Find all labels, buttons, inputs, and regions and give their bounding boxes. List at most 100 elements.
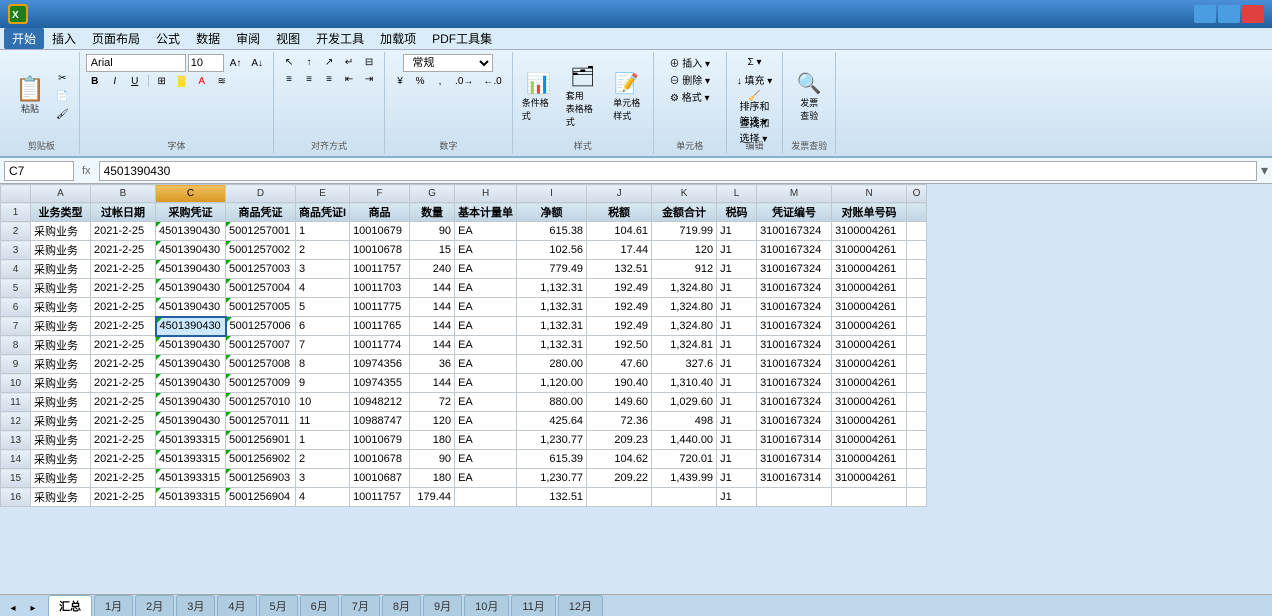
cell-r9-c9[interactable]: 280.00 <box>517 355 587 374</box>
cell-r7-c9[interactable]: 1,132.31 <box>517 317 587 336</box>
sheet-tab-5月[interactable]: 5月 <box>259 595 298 616</box>
cell-r10-c11[interactable]: 1,310.40 <box>652 374 717 393</box>
cell-r9-c7[interactable]: 36 <box>410 355 455 374</box>
cell-r12-c3[interactable]: 4501390430 <box>156 412 226 431</box>
cell-r8-c8[interactable]: EA <box>455 336 517 355</box>
cell-r10-c5[interactable]: 9 <box>296 374 350 393</box>
cell-r5-c1[interactable]: 采购业务 <box>31 279 91 298</box>
cell-r4-c4[interactable]: 5001257003 <box>226 260 296 279</box>
cell-r1-c11[interactable]: 金额合计 <box>652 203 717 222</box>
cell-r4-c13[interactable]: 3100167324 <box>757 260 832 279</box>
cell-r2-c1[interactable]: 采购业务 <box>31 222 91 241</box>
cell-r2-c12[interactable]: J1 <box>717 222 757 241</box>
cell-r5-c4[interactable]: 5001257004 <box>226 279 296 298</box>
close-button[interactable] <box>1242 5 1264 23</box>
cell-r5-c8[interactable]: EA <box>455 279 517 298</box>
increase-font-button[interactable]: A↑ <box>226 55 246 71</box>
cell-r13-c7[interactable]: 180 <box>410 431 455 450</box>
cell-r1-c7[interactable]: 数量 <box>410 203 455 222</box>
cell-r13-c15[interactable] <box>907 431 927 450</box>
formula-input[interactable] <box>99 161 1257 181</box>
cell-r4-c3[interactable]: 4501390430 <box>156 260 226 279</box>
cell-r5-c12[interactable]: J1 <box>717 279 757 298</box>
cell-r12-c12[interactable]: J1 <box>717 412 757 431</box>
cell-r15-c14[interactable]: 3100004261 <box>832 469 907 488</box>
cell-r7-c11[interactable]: 1,324.80 <box>652 317 717 336</box>
cell-r1-c10[interactable]: 税额 <box>587 203 652 222</box>
cell-r7-c1[interactable]: 采购业务 <box>31 317 91 336</box>
spreadsheet[interactable]: ABCDEFGHIJKLMNO 1业务类型过帐日期采购凭证商品凭证商品凭证I商品… <box>0 184 1272 594</box>
cell-r12-c10[interactable]: 72.36 <box>587 412 652 431</box>
align-top-left-button[interactable]: ↖ <box>280 54 298 70</box>
cell-r11-c14[interactable]: 3100004261 <box>832 393 907 412</box>
cell-r14-c5[interactable]: 2 <box>296 450 350 469</box>
cell-r7-c7[interactable]: 144 <box>410 317 455 336</box>
row-number-3[interactable]: 3 <box>1 241 31 260</box>
sheet-tab-3月[interactable]: 3月 <box>176 595 215 616</box>
cell-r12-c7[interactable]: 120 <box>410 412 455 431</box>
cell-r16-c13[interactable] <box>757 488 832 507</box>
align-center-button[interactable]: ≡ <box>300 71 318 87</box>
cell-r5-c14[interactable]: 3100004261 <box>832 279 907 298</box>
cell-r13-c2[interactable]: 2021-2-25 <box>91 431 156 450</box>
cell-r1-c9[interactable]: 净额 <box>517 203 587 222</box>
cell-r15-c12[interactable]: J1 <box>717 469 757 488</box>
cell-r5-c10[interactable]: 192.49 <box>587 279 652 298</box>
cell-r9-c11[interactable]: 327.6 <box>652 355 717 374</box>
cell-r14-c15[interactable] <box>907 450 927 469</box>
cell-r12-c11[interactable]: 498 <box>652 412 717 431</box>
cell-r1-c14[interactable]: 对账单号码 <box>832 203 907 222</box>
cell-r4-c11[interactable]: 912 <box>652 260 717 279</box>
cell-r7-c10[interactable]: 192.49 <box>587 317 652 336</box>
bold-button[interactable]: B <box>86 73 104 89</box>
format-painter-button[interactable]: 🖌 <box>52 106 73 122</box>
cell-r13-c1[interactable]: 采购业务 <box>31 431 91 450</box>
cell-r16-c7[interactable]: 179.44 <box>410 488 455 507</box>
cell-r6-c1[interactable]: 采购业务 <box>31 298 91 317</box>
col-header-M[interactable]: M <box>757 185 832 203</box>
cell-r15-c8[interactable]: EA <box>455 469 517 488</box>
cell-r8-c13[interactable]: 3100167324 <box>757 336 832 355</box>
cell-r11-c13[interactable]: 3100167324 <box>757 393 832 412</box>
cell-r15-c10[interactable]: 209.22 <box>587 469 652 488</box>
cell-r9-c3[interactable]: 4501390430 <box>156 355 226 374</box>
cell-r6-c2[interactable]: 2021-2-25 <box>91 298 156 317</box>
cell-r4-c5[interactable]: 3 <box>296 260 350 279</box>
cell-r12-c5[interactable]: 11 <box>296 412 350 431</box>
insert-cell-button[interactable]: ⊕ 插入 ▾ <box>660 54 720 70</box>
menu-item-页面布局[interactable]: 页面布局 <box>84 28 148 49</box>
cell-r6-c7[interactable]: 144 <box>410 298 455 317</box>
cell-r11-c9[interactable]: 880.00 <box>517 393 587 412</box>
cell-r3-c4[interactable]: 5001257002 <box>226 241 296 260</box>
cell-r15-c1[interactable]: 采购业务 <box>31 469 91 488</box>
row-number-4[interactable]: 4 <box>1 260 31 279</box>
cell-r14-c3[interactable]: 4501393315 <box>156 450 226 469</box>
merge-center-button[interactable]: ⊟ <box>360 54 378 70</box>
cell-r1-c5[interactable]: 商品凭证I <box>296 203 350 222</box>
cell-r12-c4[interactable]: 5001257011 <box>226 412 296 431</box>
cell-r10-c12[interactable]: J1 <box>717 374 757 393</box>
cell-r13-c14[interactable]: 3100004261 <box>832 431 907 450</box>
cell-r7-c5[interactable]: 6 <box>296 317 350 336</box>
cell-r12-c8[interactable]: EA <box>455 412 517 431</box>
cell-r2-c6[interactable]: 10010679 <box>350 222 410 241</box>
cell-r14-c7[interactable]: 90 <box>410 450 455 469</box>
align-top-right-button[interactable]: ↗ <box>320 54 338 70</box>
border-button[interactable]: ⊞ <box>153 73 171 89</box>
col-header-J[interactable]: J <box>587 185 652 203</box>
italic-button[interactable]: I <box>106 73 124 89</box>
cell-r12-c9[interactable]: 425.64 <box>517 412 587 431</box>
cell-r2-c9[interactable]: 615.38 <box>517 222 587 241</box>
minimize-button[interactable] <box>1194 5 1216 23</box>
cell-r3-c8[interactable]: EA <box>455 241 517 260</box>
format-cell-button[interactable]: ⚙ 格式 ▾ <box>660 88 720 104</box>
cell-r6-c12[interactable]: J1 <box>717 298 757 317</box>
col-header-K[interactable]: K <box>652 185 717 203</box>
formula-expand-icon[interactable]: ▾ <box>1261 162 1268 179</box>
sheet-tab-7月[interactable]: 7月 <box>341 595 380 616</box>
cell-r8-c12[interactable]: J1 <box>717 336 757 355</box>
menu-item-PDF工具集[interactable]: PDF工具集 <box>424 28 500 49</box>
cell-r2-c15[interactable] <box>907 222 927 241</box>
row-number-1[interactable]: 1 <box>1 203 31 222</box>
row-number-13[interactable]: 13 <box>1 431 31 450</box>
